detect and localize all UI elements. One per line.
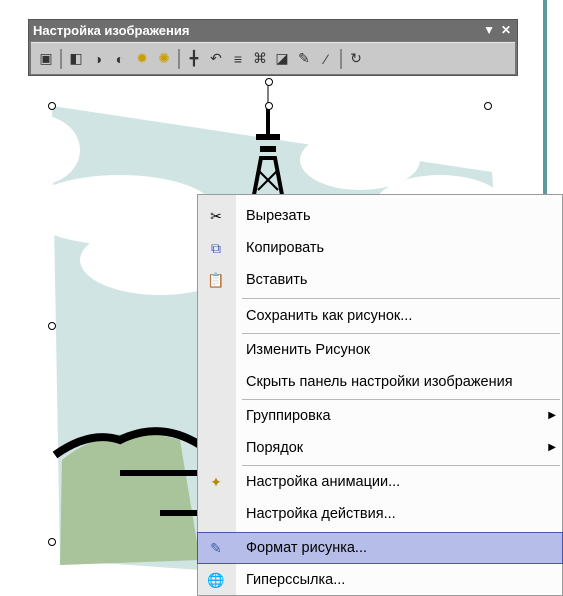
menu-item-custom-animation[interactable]: ✦ Настройка анимации...	[198, 467, 562, 497]
scissors-icon: ✂	[210, 207, 222, 224]
resize-handle-top-left[interactable]	[48, 102, 56, 110]
menu-item-action-settings[interactable]: Настройка действия...	[198, 499, 562, 529]
menu-item-grouping[interactable]: Группировка ▶	[198, 401, 562, 431]
resize-handle-bottom-left[interactable]	[48, 538, 56, 546]
picture-toolbar: Настройка изображения ▼ ✕ ▣ ◧ ◑ ◐ ✹ ✺ ╋ …	[28, 19, 518, 76]
copy-icon: ⧉	[211, 239, 221, 256]
menu-item-label: Гиперссылка...	[246, 572, 346, 588]
menu-item-label: Изменить Рисунок	[246, 342, 371, 358]
menu-item-label: Сохранить как рисунок...	[246, 308, 413, 324]
hyperlink-icon: 🌐	[207, 571, 225, 588]
menu-item-hyperlink[interactable]: 🌐 Гиперссылка...	[198, 565, 562, 595]
menu-separator	[242, 333, 560, 334]
less-brightness-icon[interactable]: ✺	[153, 48, 175, 70]
toolbar-separator	[60, 48, 62, 69]
menu-item-format-picture[interactable]: ✎ Формат рисунка...	[197, 532, 563, 564]
recolor-picture-icon[interactable]: ◪	[271, 48, 293, 70]
menu-separator	[242, 399, 560, 400]
insert-picture-icon[interactable]: ▣	[35, 48, 57, 70]
toolbar-title-bar[interactable]: Настройка изображения ▼ ✕	[29, 20, 517, 41]
menu-item-edit-picture[interactable]: Изменить Рисунок	[198, 335, 562, 365]
paste-icon: 📋	[207, 271, 225, 288]
crop-icon[interactable]: ╋	[183, 48, 205, 70]
menu-item-label: Копировать	[246, 240, 325, 256]
tower-tip	[266, 108, 270, 134]
menu-item-label: Настройка действия...	[246, 506, 396, 522]
toolbar-options-dropdown-icon[interactable]: ▼	[483, 20, 495, 41]
less-contrast-icon[interactable]: ◐	[109, 48, 131, 70]
picture-grass	[60, 433, 200, 565]
menu-item-save-as-picture[interactable]: Сохранить как рисунок...	[198, 301, 562, 331]
more-brightness-icon[interactable]: ✹	[131, 48, 153, 70]
menu-item-label: Вставить	[246, 272, 308, 288]
menu-item-label: Группировка	[246, 408, 331, 424]
compress-pictures-icon[interactable]: ⌘	[249, 48, 271, 70]
menu-item-paste[interactable]: 📋 Вставить	[198, 265, 562, 295]
menu-item-label: Порядок	[246, 440, 304, 456]
rotation-handle[interactable]	[265, 78, 273, 86]
resize-handle-top-middle[interactable]	[265, 102, 273, 110]
toolbar-buttons: ▣ ◧ ◑ ◐ ✹ ✺ ╋ ↶ ≡ ⌘ ◪ ✎ ⁄ ↻	[31, 42, 515, 74]
resize-handle-middle-left[interactable]	[48, 322, 56, 330]
menu-item-cut[interactable]: ✂ Вырезать	[198, 201, 562, 231]
menu-item-copy[interactable]: ⧉ Копировать	[198, 233, 562, 263]
set-transparent-color-icon[interactable]: ⁄	[315, 48, 337, 70]
submenu-arrow-icon: ▶	[548, 410, 556, 421]
toolbar-separator	[340, 48, 342, 69]
tower-platform	[256, 134, 280, 140]
rotate-left-icon[interactable]: ↶	[205, 48, 227, 70]
line-style-icon[interactable]: ≡	[227, 48, 249, 70]
submenu-arrow-icon: ▶	[548, 442, 556, 453]
menu-item-hide-picture-toolbar[interactable]: Скрыть панель настройки изображения	[198, 367, 562, 397]
menu-item-order[interactable]: Порядок ▶	[198, 433, 562, 463]
picture-road-line	[120, 470, 200, 476]
toolbar-close-icon[interactable]: ✕	[501, 20, 511, 41]
reset-picture-icon[interactable]: ↻	[345, 48, 367, 70]
tower-platform	[260, 146, 276, 152]
format-picture-icon: ✎	[210, 539, 222, 556]
more-contrast-icon[interactable]: ◑	[87, 48, 109, 70]
menu-separator	[242, 465, 560, 466]
format-picture-icon[interactable]: ✎	[293, 48, 315, 70]
resize-handle-top-right[interactable]	[484, 102, 492, 110]
toolbar-separator	[178, 48, 180, 69]
menu-separator	[242, 298, 560, 299]
menu-item-label: Настройка анимации...	[246, 474, 401, 490]
context-menu: ✂ Вырезать ⧉ Копировать 📋 Вставить Сохра…	[197, 194, 563, 596]
color-icon[interactable]: ◧	[65, 48, 87, 70]
menu-item-label: Скрыть панель настройки изображения	[246, 374, 513, 390]
menu-item-label: Формат рисунка...	[246, 540, 368, 556]
picture-road-line	[160, 510, 200, 516]
animation-icon: ✦	[210, 473, 222, 490]
menu-item-label: Вырезать	[246, 208, 311, 224]
toolbar-title: Настройка изображения	[33, 23, 190, 38]
